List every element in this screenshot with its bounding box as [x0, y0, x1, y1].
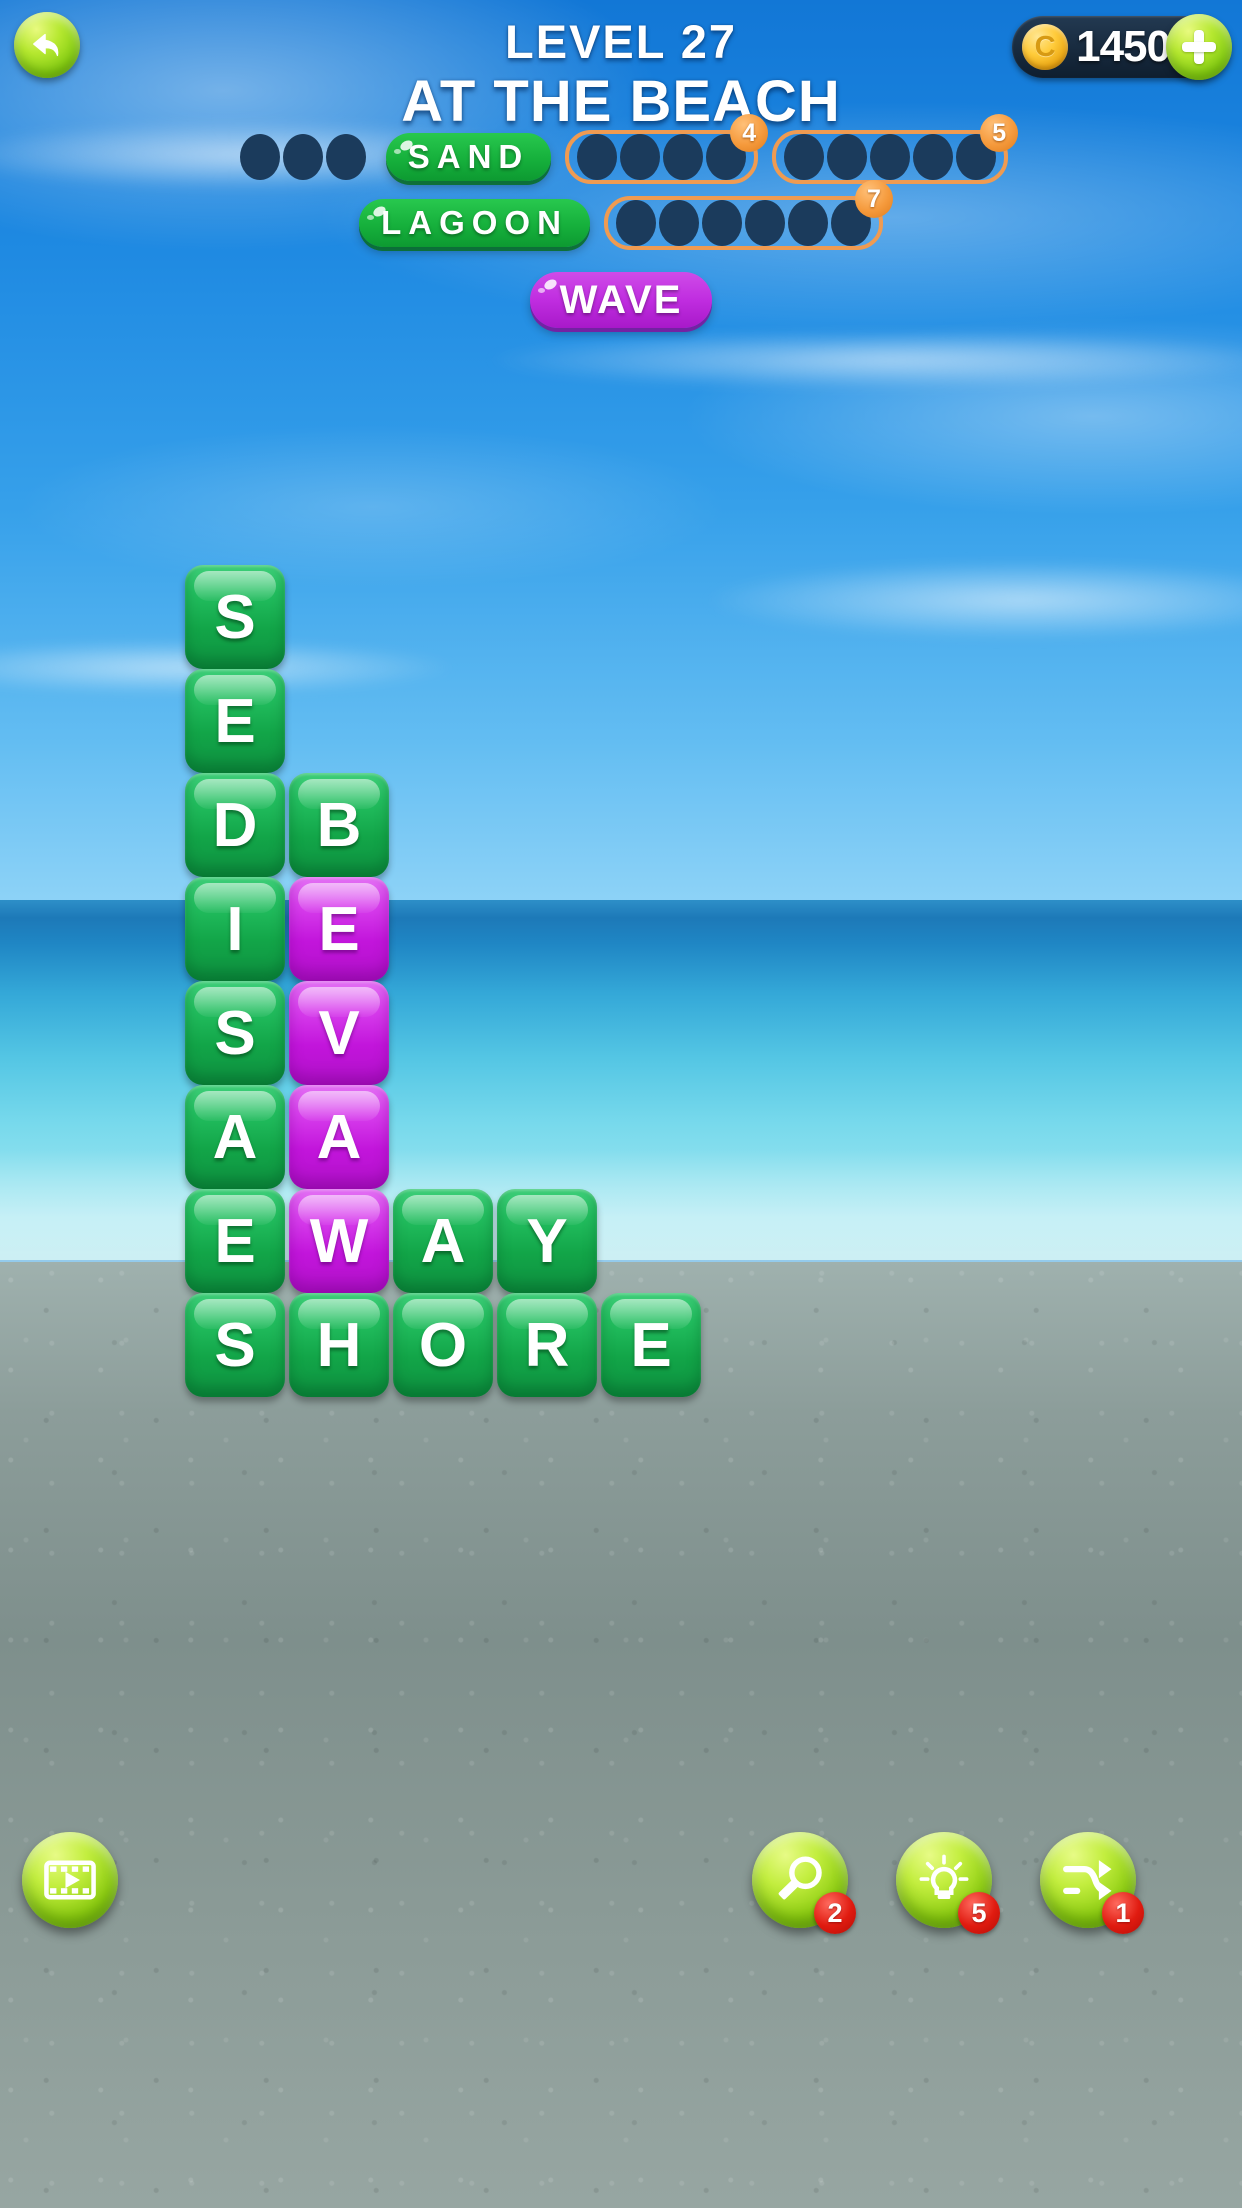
letter-tile-text: A	[420, 1206, 466, 1276]
letter-tile-text: E	[214, 1206, 256, 1276]
sparkle-icon	[542, 277, 558, 292]
letter-placeholder-dot	[787, 200, 828, 246]
coin-amount: 1450	[1076, 22, 1171, 71]
letter-tile-text: E	[318, 894, 360, 964]
letter-placeholder-dot	[784, 134, 825, 180]
letter-placeholder-dot	[615, 200, 656, 246]
add-coins-button[interactable]	[1166, 14, 1232, 80]
letter-tile-text: E	[214, 686, 256, 756]
letter-placeholder-dot	[701, 200, 742, 246]
word-length-badge: 7	[854, 180, 893, 218]
sparkle-icon	[393, 149, 401, 154]
sparkle-icon	[537, 288, 545, 293]
letter-tile[interactable]: R	[497, 1293, 597, 1397]
letter-tile[interactable]: V	[289, 981, 389, 1085]
unsolved-word-slot: 5	[772, 114, 1019, 184]
word-length-badge: 5	[980, 114, 1019, 152]
find-word-button[interactable]: 2	[752, 1832, 856, 1934]
letter-placeholder-dot	[827, 134, 868, 180]
letter-tile[interactable]: D	[185, 773, 285, 877]
solved-word-pill: LAGOON	[359, 199, 590, 247]
letter-placeholder-dot	[620, 134, 661, 180]
letter-tile[interactable]: W	[289, 1189, 389, 1293]
letter-placeholder-dot	[239, 134, 280, 180]
video-play-icon	[44, 1860, 96, 1900]
letter-tile-text: V	[318, 998, 360, 1068]
letter-tile-text: O	[418, 1310, 468, 1380]
letter-tile[interactable]: S	[185, 981, 285, 1085]
letter-tile[interactable]: E	[601, 1293, 701, 1397]
watch-video-button[interactable]	[22, 1832, 118, 1928]
unsolved-word-slot	[234, 132, 372, 182]
letter-tile-text: E	[630, 1310, 672, 1380]
letter-tile[interactable]: E	[185, 1189, 285, 1293]
word-length-badge: 4	[730, 114, 769, 152]
letter-tile-text: I	[226, 894, 244, 964]
coin-counter: C 1450	[1012, 14, 1232, 80]
word-slot-row: WAVE	[0, 272, 1242, 328]
unsolved-word-slot: 4	[565, 114, 769, 184]
word-slot-row: LAGOON 7	[0, 180, 1242, 250]
theme-title: AT THE BEACH	[401, 69, 841, 134]
letter-tile[interactable]: E	[289, 877, 389, 981]
letter-tile[interactable]: H	[289, 1293, 389, 1397]
letter-placeholder-dot	[870, 134, 911, 180]
shuffle-badge: 1	[1102, 1892, 1144, 1934]
letter-tile[interactable]: E	[185, 669, 285, 773]
letter-tile-text: Y	[526, 1206, 568, 1276]
letter-tile-text: S	[214, 1310, 256, 1380]
letter-tile[interactable]: A	[393, 1189, 493, 1293]
letter-tile[interactable]: A	[289, 1085, 389, 1189]
letter-tile[interactable]: I	[185, 877, 285, 981]
letter-tile-text: D	[212, 790, 258, 860]
word-slot-panel: SAND 4 5 LAGOON 7 WAVE	[0, 114, 1242, 340]
find-word-badge: 2	[814, 1892, 856, 1934]
solved-word-pill: SAND	[385, 133, 552, 181]
bottom-toolbar: 2 5 1	[0, 1790, 1242, 1990]
solved-word-pill: WAVE	[529, 272, 713, 328]
letter-tile[interactable]: S	[185, 565, 285, 669]
letter-tile[interactable]: B	[289, 773, 389, 877]
letter-placeholder-dot	[577, 134, 618, 180]
letter-placeholder-dot	[913, 134, 954, 180]
letter-tile-text: S	[214, 582, 256, 652]
letter-tile-text: S	[214, 998, 256, 1068]
solved-word-text: LAGOON	[381, 204, 568, 241]
letter-placeholder-dot	[663, 134, 704, 180]
letter-tile-text: A	[316, 1102, 362, 1172]
letter-placeholder-dot	[282, 134, 323, 180]
unsolved-word-slot: 7	[603, 180, 893, 250]
letter-tile[interactable]: S	[185, 1293, 285, 1397]
top-bar: LEVEL 27 AT THE BEACH C 1450	[0, 0, 1242, 140]
letter-placeholder-dot	[658, 200, 699, 246]
letter-tile-text: B	[316, 790, 362, 860]
hint-badge: 5	[958, 1892, 1000, 1934]
hint-button[interactable]: 5	[896, 1832, 1000, 1934]
letter-tile[interactable]: Y	[497, 1189, 597, 1293]
letter-placeholder-dot	[744, 200, 785, 246]
solved-word-text: SAND	[407, 138, 530, 175]
shuffle-button[interactable]: 1	[1040, 1832, 1144, 1934]
sparkle-icon	[367, 215, 375, 220]
letter-tile-text: R	[524, 1310, 570, 1380]
word-slot-row: SAND 4 5	[0, 114, 1242, 184]
letter-placeholder-dot	[325, 134, 366, 180]
letter-tile[interactable]: A	[185, 1085, 285, 1189]
letter-tile-text: H	[316, 1310, 362, 1380]
letter-tile[interactable]: O	[393, 1293, 493, 1397]
letter-tile-text: W	[309, 1206, 369, 1276]
letter-tile-text: A	[212, 1102, 258, 1172]
coin-icon: C	[1022, 24, 1069, 70]
solved-word-text: WAVE	[559, 277, 683, 322]
plus-icon-horizontal	[1182, 42, 1216, 52]
